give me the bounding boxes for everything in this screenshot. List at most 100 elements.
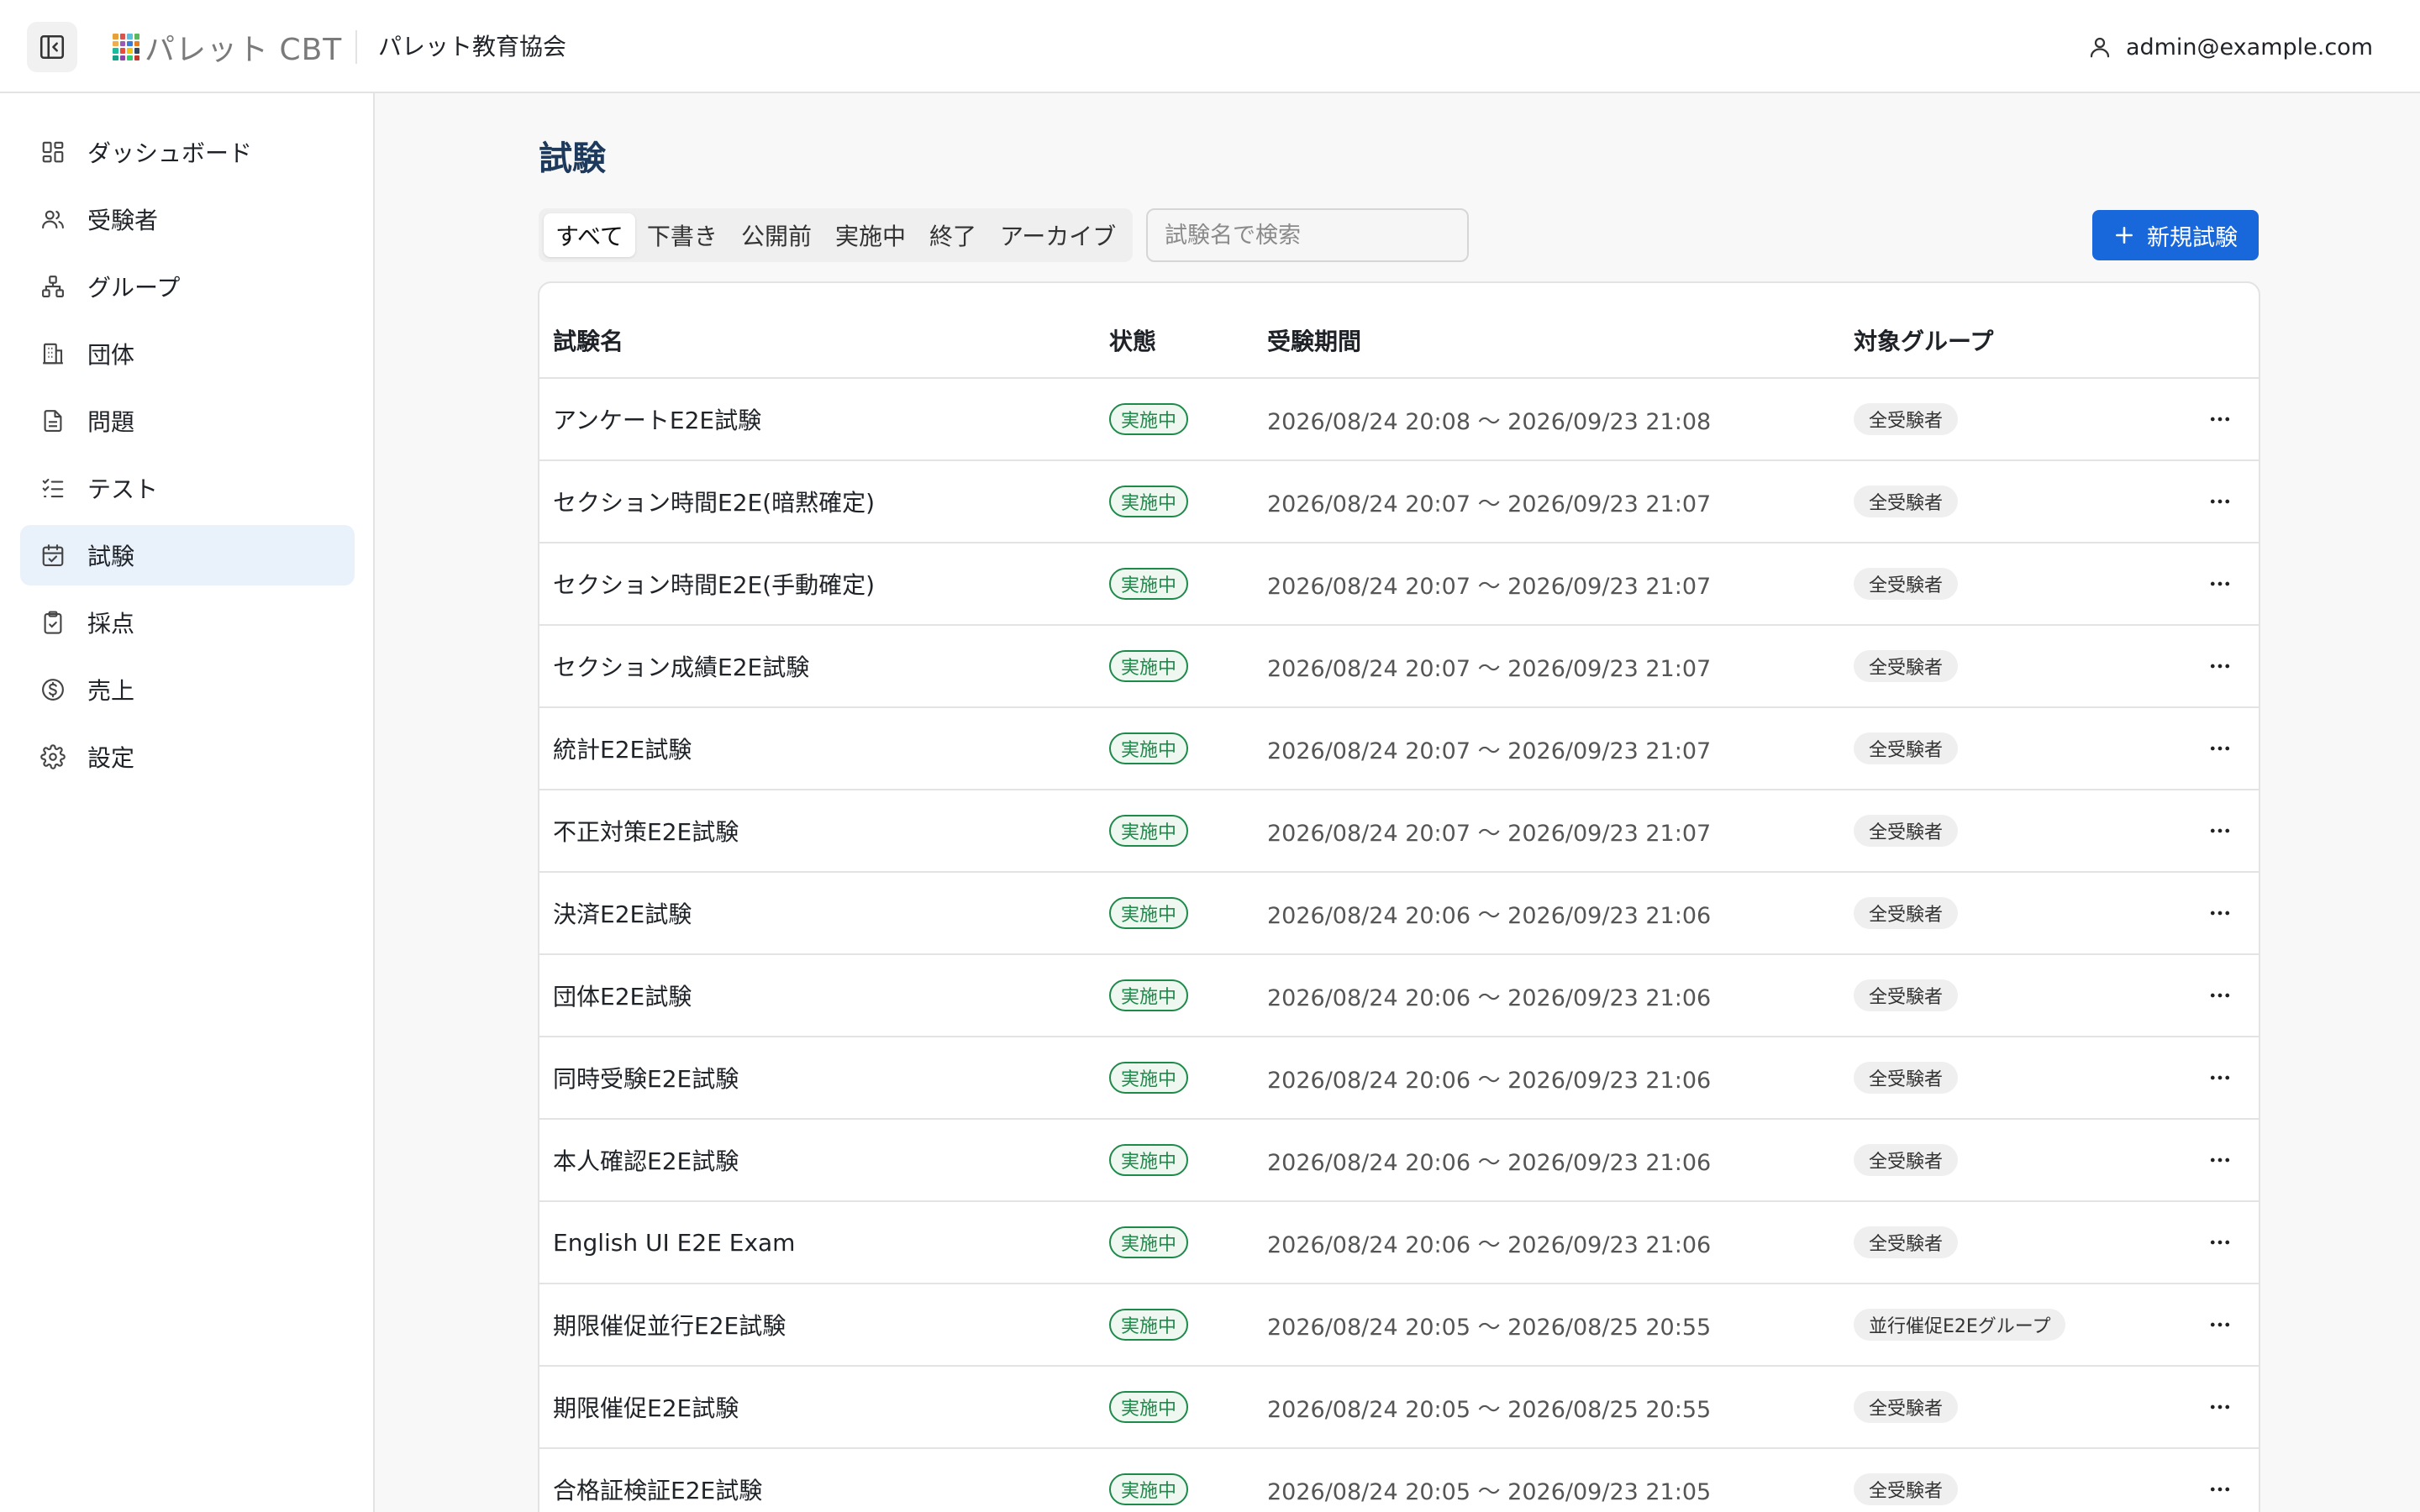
tab-in-progress[interactable]: 実施中 xyxy=(823,213,918,257)
exam-period: 2026/08/24 20:05 〜 2026/08/25 20:55 xyxy=(1267,1396,1712,1423)
row-actions-button[interactable] xyxy=(2200,1367,2240,1447)
sidebar-item-exams[interactable]: 試験 xyxy=(20,525,355,585)
group-cell: 全受験者 xyxy=(1854,1037,1959,1118)
exam-name[interactable]: 期限催促並行E2E試験 xyxy=(553,1284,786,1365)
status-cell: 実施中 xyxy=(1109,379,1189,459)
table-row[interactable]: 統計E2E試験 実施中 2026/08/24 20:07 〜 2026/09/23 … xyxy=(539,708,2259,790)
sidebar-item-groups[interactable]: グループ xyxy=(20,256,355,317)
target-group-badge: 全受験者 xyxy=(1854,979,1959,1011)
target-group-badge: 全受験者 xyxy=(1854,1473,1959,1505)
column-header-period[interactable]: 受験期間 xyxy=(1267,325,1361,359)
table-row[interactable]: アンケートE2E試験 実施中 2026/08/24 20:08 〜 2026/09/… xyxy=(539,379,2259,461)
status-badge: 実施中 xyxy=(1109,568,1189,600)
row-actions-button[interactable] xyxy=(2200,543,2240,624)
sidebar-item-candidates[interactable]: 受験者 xyxy=(20,189,355,249)
tab-finished[interactable]: 終了 xyxy=(918,213,988,257)
sidebar-item-organizations[interactable]: 団体 xyxy=(20,323,355,384)
exam-name[interactable]: 期限催促E2E試験 xyxy=(553,1367,739,1447)
table-row[interactable]: セクション時間E2E(手動確定) 実施中 2026/08/24 20:07 〜 20… xyxy=(539,543,2259,626)
logo-grid-icon xyxy=(113,34,139,60)
status-badge: 実施中 xyxy=(1109,486,1189,517)
user-menu[interactable]: admin@example.com xyxy=(2087,29,2373,66)
tab-draft[interactable]: 下書き xyxy=(635,213,729,257)
new-exam-button[interactable]: 新規試験 xyxy=(2092,210,2259,260)
status-badge: 実施中 xyxy=(1109,1144,1189,1176)
table-row[interactable]: セクション時間E2E(暗黙確定) 実施中 2026/08/24 20:07 〜 20… xyxy=(539,461,2259,543)
search-input[interactable] xyxy=(1146,208,1469,262)
target-group-badge: 全受験者 xyxy=(1854,403,1959,435)
sidebar-item-tests[interactable]: テスト xyxy=(20,458,355,518)
row-actions-button[interactable] xyxy=(2200,790,2240,871)
sidebar-item-sales[interactable]: 売上 xyxy=(20,659,355,720)
row-actions-button[interactable] xyxy=(2200,955,2240,1036)
exam-name[interactable]: English UI E2E Exam xyxy=(553,1202,795,1283)
sidebar-item-dashboard[interactable]: ダッシュボード xyxy=(20,122,355,182)
sidebar-item-questions[interactable]: 問題 xyxy=(20,391,355,451)
more-horizontal-icon xyxy=(2210,1075,2230,1080)
status-badge: 実施中 xyxy=(1109,1391,1189,1423)
tab-all[interactable]: すべて xyxy=(544,213,635,257)
more-horizontal-icon xyxy=(2210,1404,2230,1410)
sidebar-item-settings[interactable]: 設定 xyxy=(20,727,355,787)
row-actions-button[interactable] xyxy=(2200,708,2240,789)
table-row[interactable]: 決済E2E試験 実施中 2026/08/24 20:06 〜 2026/09/23 … xyxy=(539,873,2259,955)
tab-unpublished[interactable]: 公開前 xyxy=(729,213,823,257)
tab-archive[interactable]: アーカイブ xyxy=(988,213,1128,257)
row-actions-button[interactable] xyxy=(2200,461,2240,542)
plus-icon xyxy=(2116,227,2133,244)
exam-name[interactable]: 同時受験E2E試験 xyxy=(553,1037,739,1118)
table-row[interactable]: 期限催促並行E2E試験 実施中 2026/08/24 20:05 〜 2026/08… xyxy=(539,1284,2259,1367)
group-cell: 全受験者 xyxy=(1854,626,1959,706)
target-group-badge: 全受験者 xyxy=(1854,732,1959,764)
row-actions-button[interactable] xyxy=(2200,873,2240,953)
exam-name[interactable]: 不正対策E2E試験 xyxy=(553,790,739,871)
status-cell: 実施中 xyxy=(1109,955,1189,1036)
exam-name[interactable]: 合格証検証E2E試験 xyxy=(553,1449,762,1512)
table-row[interactable]: 期限催促E2E試験 実施中 2026/08/24 20:05 〜 2026/08/2… xyxy=(539,1367,2259,1449)
exam-name[interactable]: 決済E2E試験 xyxy=(553,873,692,953)
exam-name[interactable]: 団体E2E試験 xyxy=(553,955,692,1036)
column-header-group[interactable]: 対象グループ xyxy=(1854,325,1993,359)
status-cell: 実施中 xyxy=(1109,461,1189,542)
column-header-status[interactable]: 状態 xyxy=(1109,325,1156,359)
exam-name[interactable]: セクション時間E2E(手動確定) xyxy=(553,543,875,624)
exam-name[interactable]: セクション時間E2E(暗黙確定) xyxy=(553,461,875,542)
status-badge: 実施中 xyxy=(1109,1062,1189,1094)
table-row[interactable]: 団体E2E試験 実施中 2026/08/24 20:06 〜 2026/09/23 … xyxy=(539,955,2259,1037)
gear-icon xyxy=(40,744,66,769)
status-cell: 実施中 xyxy=(1109,790,1189,871)
checklist-icon xyxy=(42,478,64,498)
exam-period: 2026/08/24 20:05 〜 2026/09/23 21:05 xyxy=(1267,1478,1712,1505)
table-row[interactable]: 本人確認E2E試験 実施中 2026/08/24 20:06 〜 2026/09/2… xyxy=(539,1120,2259,1202)
column-header-name[interactable]: 試験名 xyxy=(553,325,623,359)
exam-period: 2026/08/24 20:05 〜 2026/08/25 20:55 xyxy=(1267,1314,1712,1341)
row-actions-button[interactable] xyxy=(2200,626,2240,706)
table-row[interactable]: 不正対策E2E試験 実施中 2026/08/24 20:07 〜 2026/09/2… xyxy=(539,790,2259,873)
exam-name[interactable]: アンケートE2E試験 xyxy=(553,379,761,459)
status-cell: 実施中 xyxy=(1109,1037,1189,1118)
row-actions-button[interactable] xyxy=(2200,379,2240,459)
sidebar: ダッシュボード 受験者 グループ 団体 問題 テスト 試験 採点 売上 設定 xyxy=(0,93,375,1512)
target-group-badge: 全受験者 xyxy=(1854,1391,1959,1423)
exam-name[interactable]: セクション成績E2E試験 xyxy=(553,626,809,706)
table-row[interactable]: 合格証検証E2E試験 実施中 2026/08/24 20:05 〜 2026/09/… xyxy=(539,1449,2259,1512)
table-row[interactable]: セクション成績E2E試験 実施中 2026/08/24 20:07 〜 2026/0… xyxy=(539,626,2259,708)
table-row[interactable]: English UI E2E Exam 実施中 2026/08/24 20:06 〜… xyxy=(539,1202,2259,1284)
table-row[interactable]: 同時受験E2E試験 実施中 2026/08/24 20:06 〜 2026/09/2… xyxy=(539,1037,2259,1120)
row-actions-button[interactable] xyxy=(2200,1120,2240,1200)
sidebar-toggle-button[interactable] xyxy=(27,22,77,72)
more-horizontal-icon xyxy=(2210,746,2230,751)
row-actions-button[interactable] xyxy=(2200,1284,2240,1365)
row-actions-button[interactable] xyxy=(2200,1037,2240,1118)
exam-name[interactable]: 統計E2E試験 xyxy=(553,708,692,789)
exam-name[interactable]: 本人確認E2E試験 xyxy=(553,1120,739,1200)
status-badge: 実施中 xyxy=(1109,403,1189,435)
exam-period: 2026/08/24 20:07 〜 2026/09/23 21:07 xyxy=(1267,820,1712,847)
row-actions-button[interactable] xyxy=(2200,1449,2240,1512)
status-badge: 実施中 xyxy=(1109,1226,1189,1258)
sidebar-item-grading[interactable]: 採点 xyxy=(20,592,355,653)
calendar-icon xyxy=(42,544,64,566)
app-logo[interactable]: パレット CBT xyxy=(113,32,342,67)
row-actions-button[interactable] xyxy=(2200,1202,2240,1283)
target-group-badge: 全受験者 xyxy=(1854,486,1959,517)
